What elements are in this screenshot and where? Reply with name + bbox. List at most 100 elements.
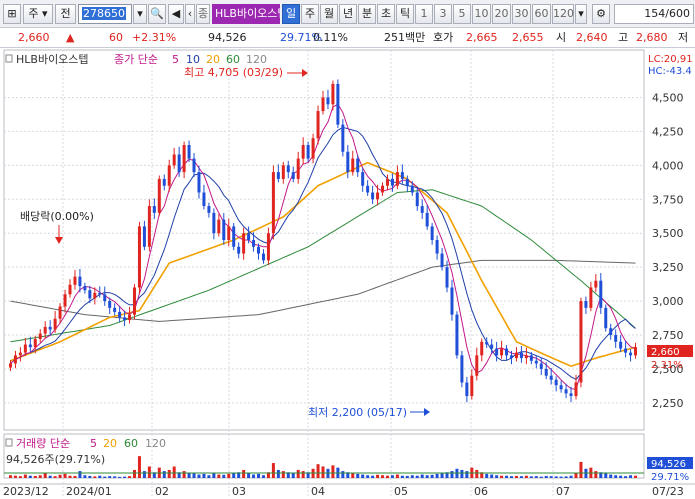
hc-label: HC:-43.4 <box>648 66 692 77</box>
volume-bar <box>261 475 265 478</box>
volume-bar <box>405 475 409 478</box>
volume-bar <box>137 456 141 478</box>
volume-bar <box>257 473 261 478</box>
candle-body <box>13 355 17 364</box>
x-tick-label: 05 <box>394 485 408 498</box>
candle-body <box>177 154 181 173</box>
volume-bar <box>390 475 394 478</box>
volume-bar <box>549 476 553 478</box>
candle-body <box>485 341 489 345</box>
volume-bar <box>381 475 385 478</box>
candle-body <box>510 355 514 359</box>
candle-body <box>564 389 568 394</box>
prev-button[interactable]: 전 <box>55 4 76 24</box>
interval-button-120[interactable]: 120 <box>552 4 574 24</box>
y-tick-label: 3,500 <box>652 227 684 240</box>
candle-body <box>385 178 389 186</box>
candle-body <box>589 287 593 308</box>
period-button-5[interactable]: 초 <box>377 4 395 24</box>
interval-button-5[interactable]: 5 <box>453 4 471 24</box>
candle-body <box>63 294 67 307</box>
y-tick-label: 2,750 <box>652 329 684 342</box>
candle-body <box>157 178 161 213</box>
search-icon[interactable]: 🔍 <box>148 4 166 24</box>
period-button-6[interactable]: 틱 <box>396 4 414 24</box>
volume-bar <box>395 474 399 478</box>
interval-button-10[interactable]: 10 <box>472 4 491 24</box>
candle-body <box>301 145 305 159</box>
candle-body <box>480 341 484 356</box>
y-tick-label: 3,750 <box>652 193 684 206</box>
speaker-icon[interactable]: ◀ <box>168 4 184 24</box>
candle-body <box>276 172 280 179</box>
volume-bar <box>534 476 538 478</box>
volume-bar <box>8 475 12 478</box>
period-button-3[interactable]: 년 <box>339 4 357 24</box>
candle-body <box>182 145 186 173</box>
prev-stock-icon[interactable]: ‹ <box>185 4 195 24</box>
interval-button-20[interactable]: 20 <box>492 4 511 24</box>
period-button-0[interactable]: 일 <box>282 4 300 24</box>
candle-body <box>187 145 191 159</box>
volume-bar <box>222 474 226 478</box>
volume-bar <box>53 476 57 478</box>
code-dropdown-icon[interactable]: ▾ <box>133 4 147 24</box>
volume-bar <box>13 475 17 478</box>
settings-icon[interactable]: ⚙ <box>592 4 610 24</box>
y-tick-label: 4,500 <box>652 92 684 105</box>
candle-body <box>316 111 320 139</box>
volume-bar <box>430 474 434 478</box>
price-chart[interactable]: 2,2502,5002,7503,0003,2503,5003,7504,000… <box>0 48 695 499</box>
period-button-4[interactable]: 분 <box>358 4 376 24</box>
page-counter[interactable]: 154/600 <box>614 4 694 24</box>
candle-body <box>58 306 62 319</box>
volume-bar <box>247 473 251 478</box>
candle-body <box>445 267 449 288</box>
volume-bar <box>23 474 27 478</box>
x-tick-label: 2024/01 <box>66 485 112 498</box>
volume-bar <box>634 475 638 478</box>
volume-bar <box>68 475 72 478</box>
candle-body <box>366 185 370 193</box>
candle-body <box>425 212 429 227</box>
candle-body <box>574 382 578 397</box>
interval-button-3[interactable]: 3 <box>434 4 452 24</box>
volume-bar <box>212 473 216 478</box>
stock-code-input[interactable]: 278650 <box>78 4 132 24</box>
interval-button-60[interactable]: 60 <box>532 4 551 24</box>
interval-button-1[interactable]: 1 <box>415 4 433 24</box>
high-label: 고 <box>618 31 629 44</box>
volume-bar <box>93 476 97 478</box>
legend-ma5: 5 <box>172 53 179 66</box>
period-button-2[interactable]: 월 <box>320 4 338 24</box>
market-select[interactable]: 주 ▾ <box>23 4 53 24</box>
candle-body <box>222 219 226 240</box>
volume-bar <box>475 469 479 478</box>
volume-bar <box>490 474 494 478</box>
candle-body <box>242 233 246 254</box>
period-button-1[interactable]: 주 <box>301 4 319 24</box>
volume-bar <box>519 476 523 478</box>
candle-body <box>524 355 528 359</box>
candle-body <box>514 352 518 359</box>
interval-dropdown-icon[interactable]: ▾ <box>575 4 587 24</box>
candle-body <box>202 192 206 207</box>
legend-ma20: 20 <box>206 53 220 66</box>
volume-bar <box>539 476 543 478</box>
stock-code-value: 278650 <box>82 7 126 20</box>
legend-ma120: 120 <box>246 53 267 66</box>
volume-bar <box>321 466 325 478</box>
volume-bar <box>167 469 171 478</box>
volume-bar <box>614 475 618 478</box>
volume-bar <box>361 474 365 478</box>
vol-ma60: 60 <box>124 437 138 450</box>
interval-button-30[interactable]: 30 <box>512 4 531 24</box>
grid-menu-icon[interactable]: ⊞ <box>3 4 21 24</box>
volume-bar <box>351 473 355 478</box>
candle-body <box>410 185 414 193</box>
candle-body <box>465 382 469 397</box>
volume-bar <box>48 475 52 478</box>
volume-bar <box>33 475 37 478</box>
volume-bar <box>524 475 528 478</box>
candle-body <box>554 379 558 386</box>
